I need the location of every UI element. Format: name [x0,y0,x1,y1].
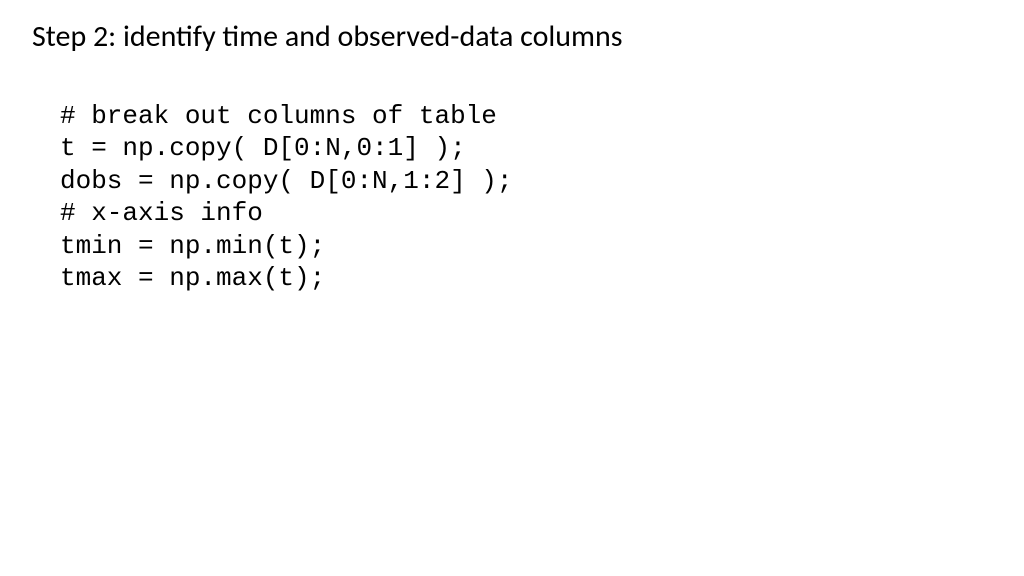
code-line: t = np.copy( D[0:N,0:1] ); [60,133,466,163]
code-line: dobs = np.copy( D[0:N,1:2] ); [60,166,512,196]
code-line: tmax = np.max(t); [60,263,325,293]
code-block: # break out columns of table t = np.copy… [32,67,992,295]
code-line: tmin = np.min(t); [60,231,325,261]
code-line: # break out columns of table [60,101,497,131]
slide-title: Step 2: identify time and observed-data … [32,18,992,55]
code-line: # x-axis info [60,198,263,228]
